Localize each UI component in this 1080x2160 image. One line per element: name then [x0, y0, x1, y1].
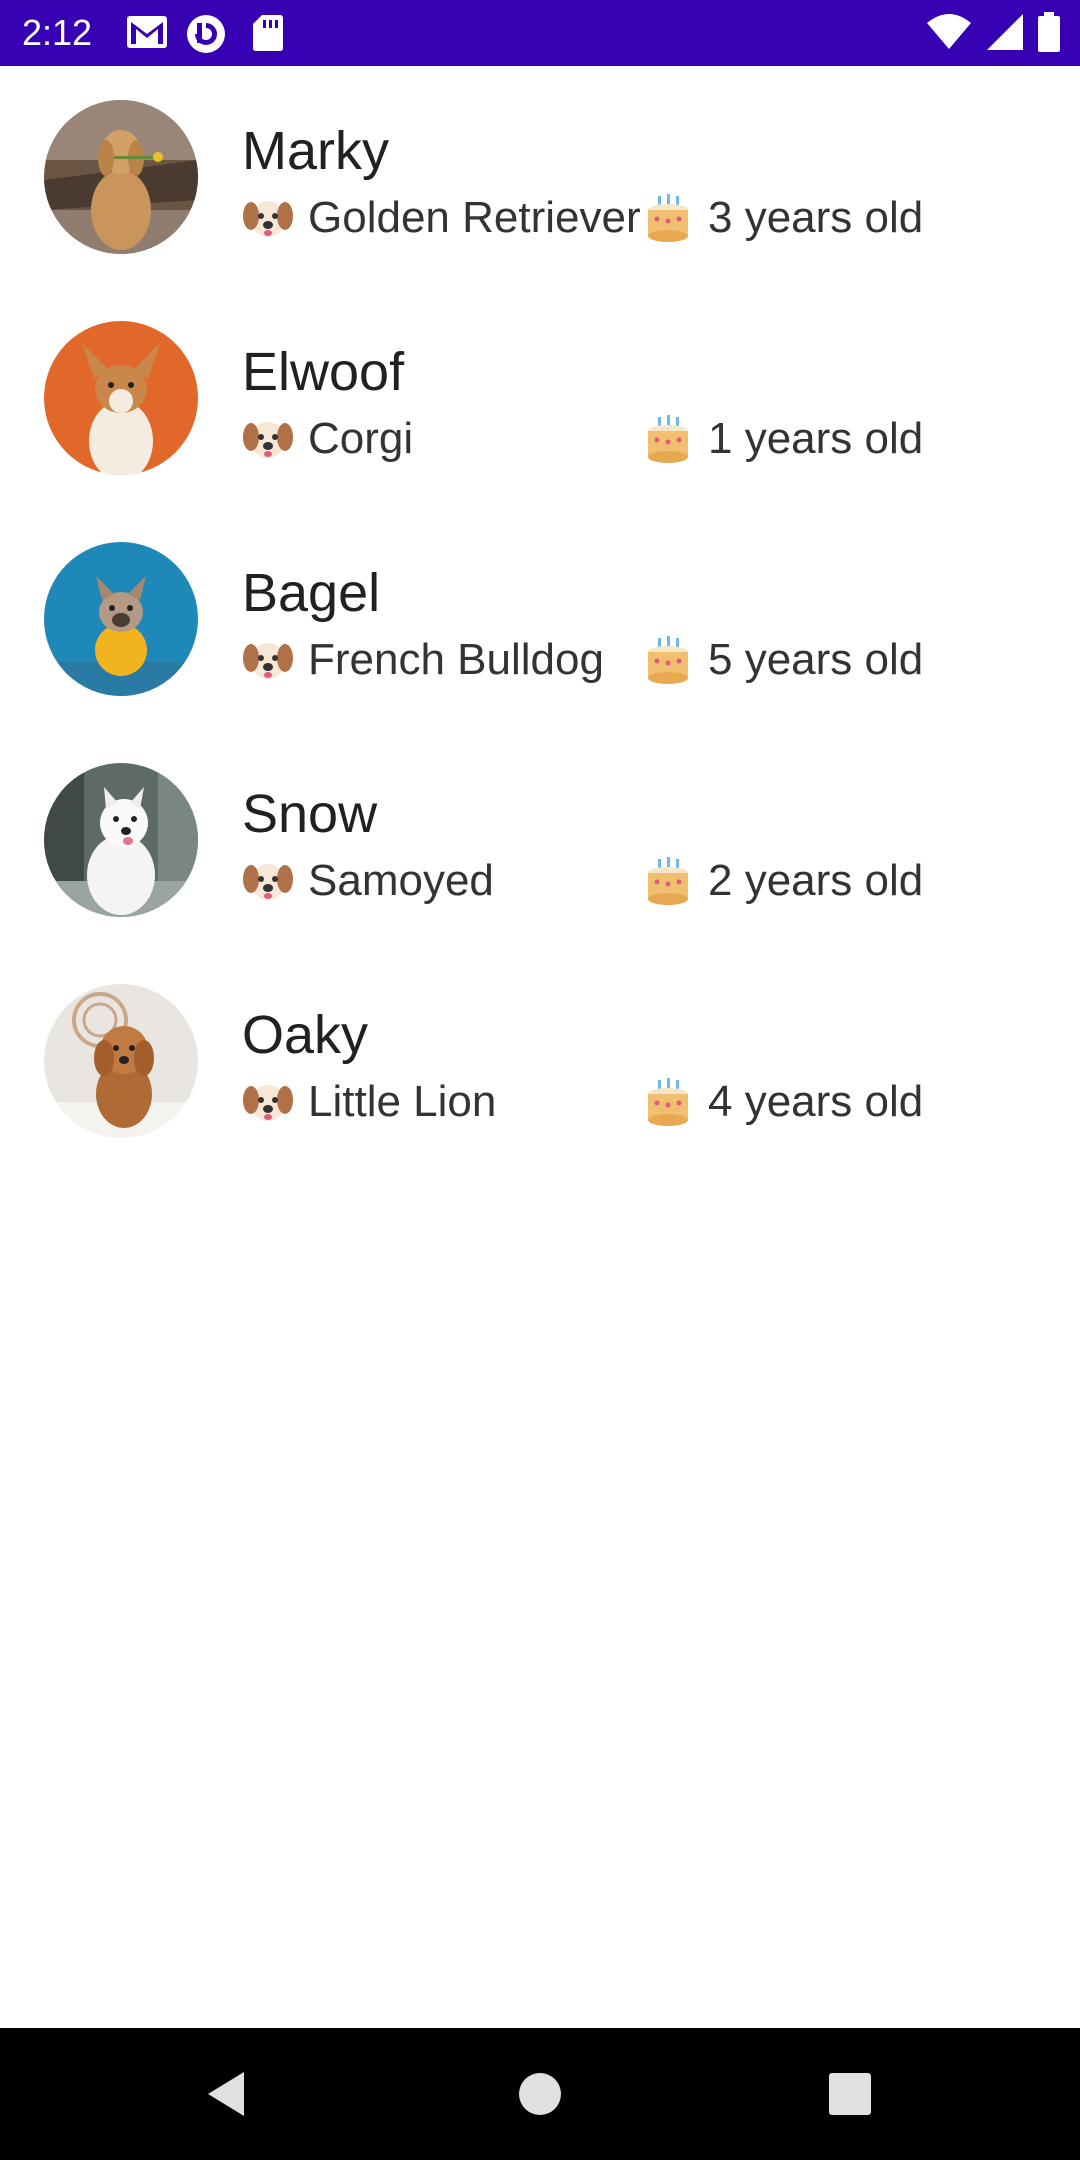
birthday-cake-icon [648, 857, 688, 905]
list-item[interactable]: Bagel French Bulldog 5 years old [0, 508, 1080, 729]
list-item[interactable]: Marky Golden Retriever 3 years old [0, 66, 1080, 287]
dog-avatar [44, 321, 198, 475]
dog-face-icon [243, 1085, 293, 1121]
dog-avatar [44, 984, 198, 1138]
list-item[interactable]: Oaky Little Lion 4 years old [0, 950, 1080, 1171]
list-item[interactable]: Snow Samoyed 2 years old [0, 729, 1080, 950]
dog-breed: Golden Retriever [242, 190, 641, 246]
dog-face-icon [243, 422, 293, 458]
dog-name: Snow [242, 784, 378, 844]
dog-name: Bagel [242, 563, 381, 623]
sd-card-icon [253, 15, 283, 51]
dog-age: 2 years old [642, 853, 923, 909]
dog-breed-text: French Bulldog [308, 635, 604, 684]
dog-avatar [44, 542, 198, 696]
dog-age-text: 1 years old [708, 414, 924, 463]
birthday-cake-icon [648, 194, 688, 242]
dog-breed: Little Lion [242, 1074, 496, 1130]
dog-face-icon [243, 864, 293, 900]
home-icon[interactable] [510, 2064, 570, 2124]
dog-breed-text: Golden Retriever [308, 193, 641, 242]
dog-age: 5 years old [642, 632, 923, 688]
status-time: 2:12 [22, 12, 93, 53]
birthday-cake-icon [648, 636, 688, 684]
dog-age-text: 5 years old [708, 635, 924, 684]
dog-face-icon [243, 643, 293, 679]
back-icon[interactable] [200, 2064, 260, 2124]
dog-breed: Corgi [242, 411, 413, 467]
dog-age: 1 years old [642, 411, 923, 467]
dog-avatar [44, 763, 198, 917]
dog-age: 4 years old [642, 1074, 923, 1130]
gmail-icon [127, 16, 167, 48]
status-right-icons [926, 12, 1060, 52]
list-item[interactable]: Elwoof Corgi 1 years old [0, 287, 1080, 508]
recents-icon[interactable] [820, 2064, 880, 2124]
wifi-icon [927, 14, 971, 49]
dog-breed: French Bulldog [242, 632, 604, 688]
dog-breed-text: Samoyed [308, 856, 494, 905]
dog-name: Oaky [242, 1005, 369, 1065]
birthday-cake-icon [648, 1078, 688, 1126]
status-bar: 2:12 [0, 0, 1080, 66]
dog-avatar [44, 100, 198, 254]
dog-age: 3 years old [642, 190, 923, 246]
signal-icon [987, 14, 1023, 50]
dog-name: Elwoof [242, 342, 405, 402]
dog-age-text: 2 years old [708, 856, 924, 905]
dog-age-text: 4 years old [708, 1077, 924, 1126]
dog-age-text: 3 years old [708, 193, 924, 242]
dog-list: Marky Golden Retriever 3 years old Elwoo… [0, 66, 1080, 1171]
dog-name: Marky [242, 121, 389, 181]
dog-breed-text: Corgi [308, 414, 414, 463]
dog-face-icon [243, 201, 293, 237]
birthday-cake-icon [648, 415, 688, 463]
dog-breed: Samoyed [242, 853, 494, 909]
battery-icon [1038, 12, 1060, 52]
dog-breed-text: Little Lion [308, 1077, 497, 1126]
pocket-casts-icon [187, 15, 225, 53]
navigation-bar [0, 2028, 1080, 2160]
